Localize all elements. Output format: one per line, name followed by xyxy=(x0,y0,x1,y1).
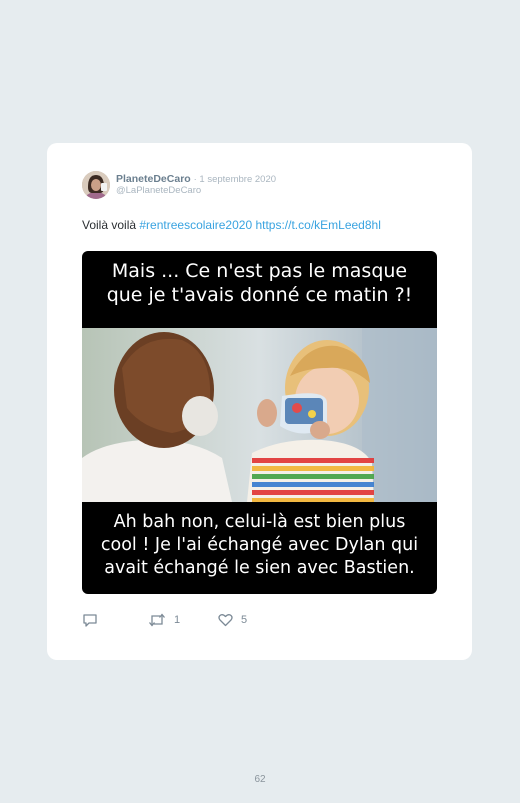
tweet-media[interactable]: Mais ... Ce n'est pas le masque que je t… xyxy=(82,251,437,594)
tweet-card: PlaneteDeCaro · 1 septembre 2020 @LaPlan… xyxy=(47,143,472,660)
reply-icon xyxy=(83,614,97,627)
tweet-date[interactable]: · 1 septembre 2020 xyxy=(194,174,276,185)
tweet-actions: 1 5 xyxy=(82,613,382,633)
meme-photo xyxy=(82,328,437,502)
retweet-count: 1 xyxy=(174,614,181,626)
like-button[interactable]: 5 xyxy=(218,613,247,627)
hashtag-link[interactable]: #rentreescolaire2020 xyxy=(139,218,252,232)
author-handle[interactable]: @LaPlaneteDeCaro xyxy=(116,185,201,196)
author-line: PlaneteDeCaro · 1 septembre 2020 xyxy=(116,173,276,185)
page-number: 62 xyxy=(254,774,266,785)
tweet-text: Voilà voilà #rentreescolaire2020 https:/… xyxy=(82,218,452,232)
retweet-icon xyxy=(149,613,165,627)
meme-bottom-caption: Ah bah non, celui-là est bien plus cool … xyxy=(100,512,419,578)
author-name[interactable]: PlaneteDeCaro xyxy=(116,173,191,185)
tweet-header: PlaneteDeCaro · 1 septembre 2020 @LaPlan… xyxy=(82,171,452,201)
heart-icon xyxy=(218,614,233,627)
like-count: 5 xyxy=(241,614,248,626)
reply-button[interactable] xyxy=(82,613,98,628)
meme-top-caption: Mais ... Ce n'est pas le masque que je t… xyxy=(106,260,413,306)
retweet-button[interactable]: 1 xyxy=(148,613,180,627)
avatar-image xyxy=(82,171,110,199)
tweet-text-plain: Voilà voilà xyxy=(82,218,140,232)
url-link[interactable]: https://t.co/kEmLeed8hl xyxy=(252,218,380,232)
avatar[interactable] xyxy=(82,171,110,199)
